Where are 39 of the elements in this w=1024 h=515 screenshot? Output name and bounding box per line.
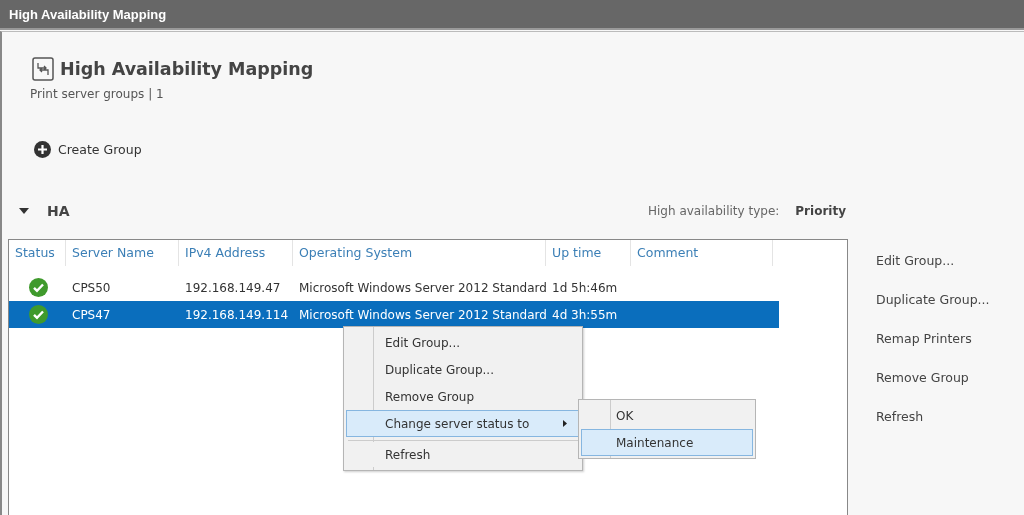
- column-header[interactable]: Server Name: [66, 240, 179, 266]
- column-header[interactable]: Status: [9, 240, 66, 266]
- table-cell-text: Microsoft Windows Server 2012 Standard: [298, 280, 546, 295]
- page-title: High Availability Mapping: [60, 59, 314, 79]
- table-cell-text: CPS50: [71, 280, 112, 295]
- ha-type-value: Priority: [795, 204, 846, 218]
- column-header[interactable]: Operating System: [293, 240, 546, 266]
- action-link[interactable]: Edit Group...: [876, 249, 990, 271]
- swap-arrows-icon: [32, 57, 54, 81]
- table-cell-text: 192.168.149.47: [184, 280, 282, 295]
- ha-type-label: High availability type:: [648, 204, 780, 218]
- menu-item[interactable]: OK: [581, 402, 753, 429]
- action-link[interactable]: Remap Printers: [876, 327, 990, 349]
- menu-item[interactable]: Maintenance: [581, 429, 753, 456]
- column-header[interactable]: IPv4 Address: [179, 240, 293, 266]
- menu-item[interactable]: Duplicate Group...: [346, 356, 580, 383]
- submenu-arrow-icon: [563, 420, 567, 427]
- group-count: Print server groups | 1: [30, 87, 165, 101]
- column-header[interactable]: Comment: [631, 240, 773, 266]
- menu-item[interactable]: Refresh: [346, 441, 580, 468]
- column-header[interactable]: Up time: [546, 240, 631, 266]
- create-group-button[interactable]: Create Group: [34, 141, 142, 158]
- collapse-toggle[interactable]: [19, 207, 29, 215]
- group-name: HA: [47, 203, 70, 219]
- action-link[interactable]: Remove Group: [876, 366, 990, 388]
- action-link[interactable]: Refresh: [876, 405, 990, 427]
- menu-item[interactable]: Remove Group: [346, 383, 580, 410]
- table-cell-text: 1d 5h:46m: [551, 280, 619, 295]
- table-row[interactable]: CPS47 192.168.149.114 Microsoft Windows Server 2012 Standard 4d 3h:55m: [9, 301, 779, 328]
- table-cell-text: Microsoft Windows Server 2012 Standard: [298, 307, 546, 322]
- table-cell-text: 192.168.149.114: [184, 307, 290, 322]
- table-cell-text: CPS47: [71, 307, 112, 322]
- table-cell-text: 4d 3h:55m: [551, 307, 619, 322]
- menu-item[interactable]: Change server status to: [346, 410, 580, 437]
- action-link[interactable]: Duplicate Group...: [876, 288, 990, 310]
- window-title: High Availability Mapping: [9, 6, 167, 22]
- menu-item[interactable]: Edit Group...: [346, 329, 580, 356]
- table-row[interactable]: CPS50 192.168.149.47 Microsoft Windows Server 2012 Standard 1d 5h:46m: [9, 274, 779, 301]
- plus-icon: [34, 141, 51, 158]
